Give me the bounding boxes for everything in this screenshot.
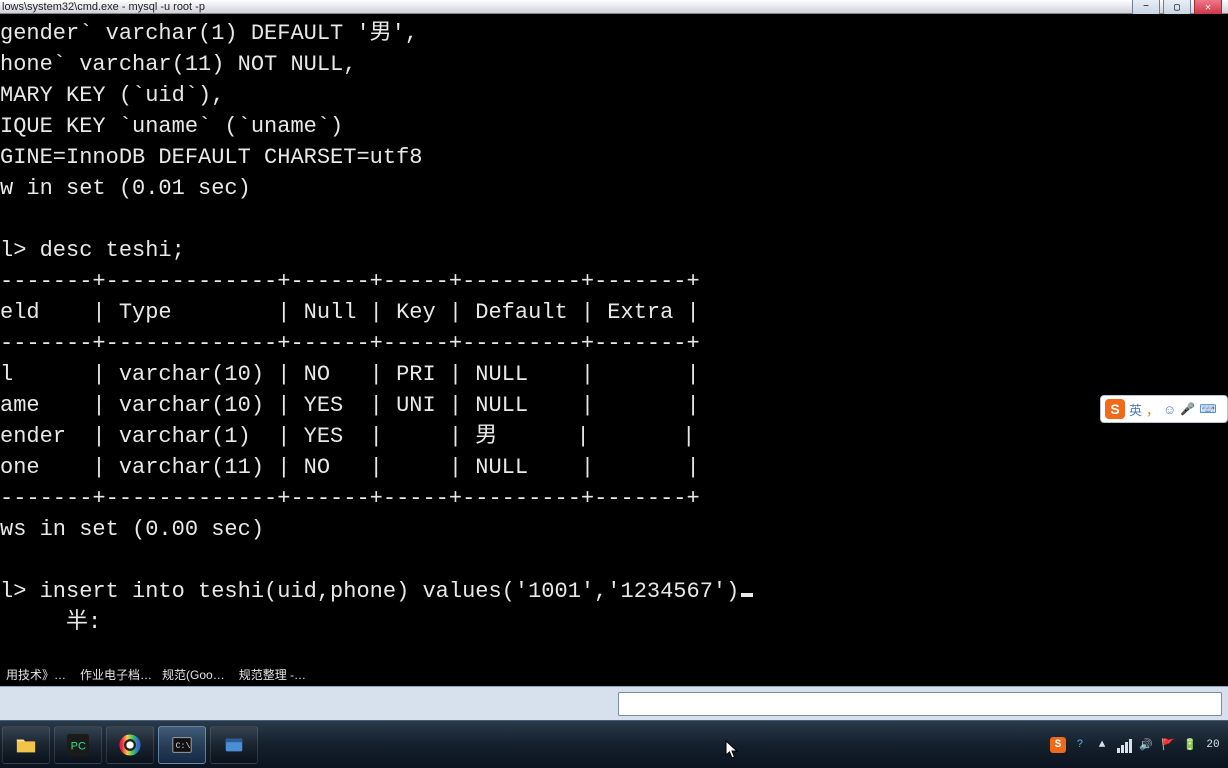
cmd-icon: C:\ [171,734,193,756]
taskbar[interactable]: PC C:\ S ? ▲ 🔊 🚩 🔋 20 [0,720,1228,768]
ime-toolbar[interactable]: S 英 ， ☺ 🎤 ⌨ [1100,395,1228,423]
battery-icon[interactable]: 🔋 [1182,737,1198,753]
term-line: hone` varchar(11) NOT NULL, [0,52,356,77]
tray-sogou-icon[interactable]: S [1050,737,1066,753]
window-title: lows\system32\cmd.exe - mysql -u root -p [2,1,205,13]
table-row: ame | varchar(10) | YES | UNI | NULL | | [0,393,700,418]
term-line: GINE=InnoDB DEFAULT CHARSET=utf8 [0,145,422,170]
term-line: 半: [0,610,101,635]
ime-punct-icon[interactable]: ， [1146,400,1159,419]
term-line: ws in set (0.00 sec) [0,517,264,542]
svg-text:PC: PC [71,740,86,752]
cmd-title-bar[interactable]: lows\system32\cmd.exe - mysql -u root -p [0,0,1228,14]
tray-arrow-icon[interactable]: ▲ [1094,737,1110,753]
terminal-output[interactable]: gender` varchar(1) DEFAULT '男', hone` va… [0,14,1228,720]
taskbar-browser[interactable] [106,726,154,764]
table-border: -------+-------------+------+-----+-----… [0,331,700,356]
browser-tab[interactable]: 作业电子档… [74,663,154,685]
pycharm-icon: PC [67,734,89,756]
browser-tab[interactable]: 规范(Goo… [156,663,231,685]
folder-icon [15,734,37,756]
action-center-icon[interactable]: 🚩 [1160,737,1176,753]
term-line: l> desc teshi; [0,238,185,263]
table-row: ender | varchar(1) | YES | | 男 | | [0,424,695,449]
table-border: -------+-------------+------+-----+-----… [0,269,700,294]
taskbar-app[interactable] [210,726,258,764]
browser-tab[interactable]: 规范整理 -… [233,663,312,685]
taskbar-cmd[interactable]: C:\ [158,726,206,764]
clock[interactable]: 20 [1204,739,1222,751]
sogou-logo-icon[interactable]: S [1105,399,1125,419]
taskbar-explorer[interactable] [2,726,50,764]
chrome-icon [119,734,141,756]
ime-keyboard-icon[interactable]: ⌨ [1199,402,1216,416]
term-line: l> insert into teshi(uid,phone) values('… [0,579,739,604]
ime-emoji-icon[interactable]: ☺ [1163,402,1176,417]
volume-icon[interactable]: 🔊 [1138,737,1154,753]
term-line: MARY KEY (`uid`), [0,83,224,108]
network-icon[interactable] [1116,737,1132,753]
table-header: eld | Type | Null | Key | Default | Extr… [0,300,700,325]
svg-text:C:\: C:\ [176,740,191,750]
table-border: -------+-------------+------+-----+-----… [0,486,700,511]
table-row: l | varchar(10) | NO | PRI | NULL | | [0,362,700,387]
taskbar-pycharm[interactable]: PC [54,726,102,764]
browser-tab[interactable]: 用技术》… [0,663,72,685]
card-icon [223,734,245,756]
table-row: one | varchar(11) | NO | | NULL | | [0,455,700,480]
ime-voice-icon[interactable]: 🎤 [1180,402,1195,416]
address-bar[interactable] [618,692,1222,716]
term-line: IQUE KEY `uname` (`uname`) [0,114,343,139]
system-tray: S ? ▲ 🔊 🚩 🔋 20 [1050,737,1228,753]
browser-toolbar [0,686,1228,720]
term-line: w in set (0.01 sec) [0,176,251,201]
tray-help-icon[interactable]: ? [1072,737,1088,753]
term-line: gender` varchar(1) DEFAULT '男', [0,21,418,46]
text-cursor [741,593,753,597]
browser-tab-strip: 用技术》… 作业电子档… 规范(Goo… 规范整理 -… [0,662,312,686]
mouse-cursor-icon [725,740,739,760]
ime-lang-indicator[interactable]: 英 [1129,400,1142,419]
